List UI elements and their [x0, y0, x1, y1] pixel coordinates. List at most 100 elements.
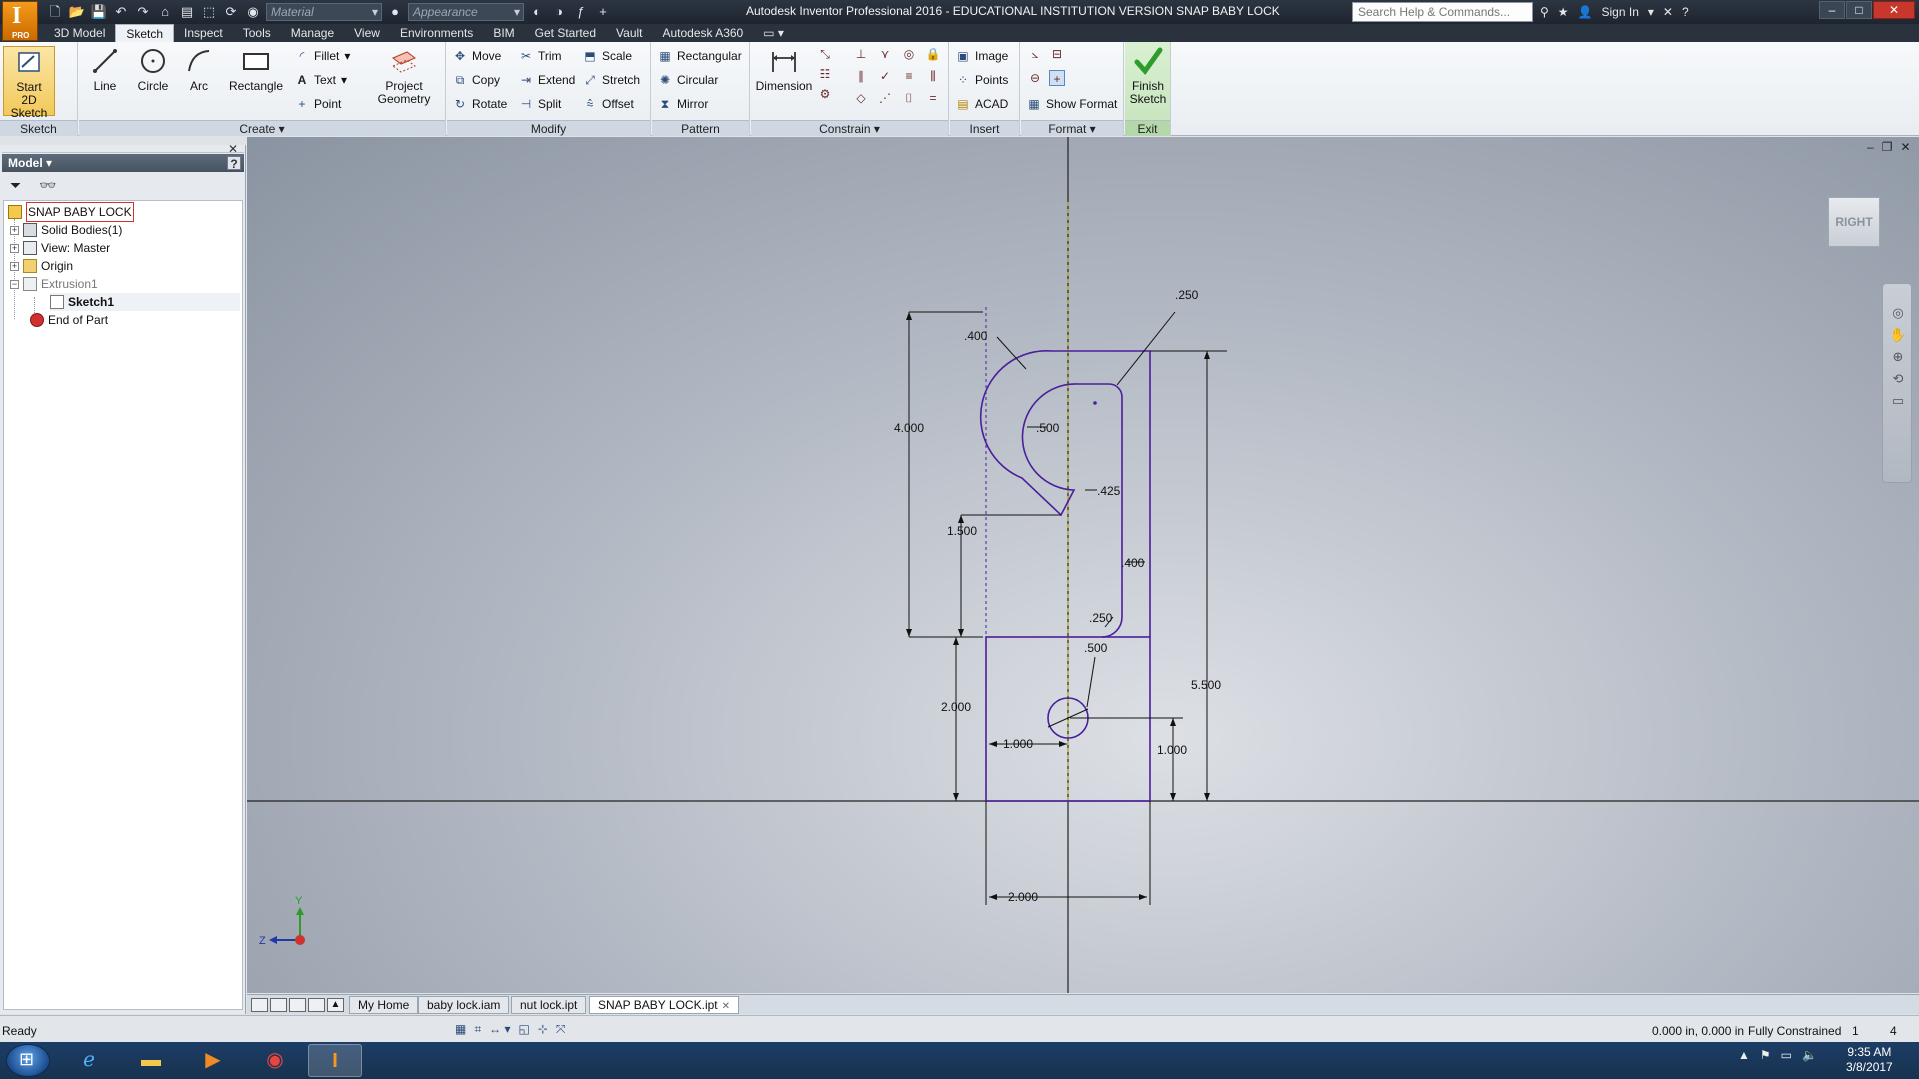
exchange-icon[interactable]: ✕	[1663, 5, 1673, 19]
browser-title[interactable]: Model ▾	[8, 156, 52, 170]
horizontal-icon[interactable]: ≡	[901, 68, 917, 84]
internet-explorer-icon[interactable]: ℯ	[62, 1044, 116, 1077]
tab-tools[interactable]: Tools	[233, 24, 281, 42]
project-icon[interactable]: ▤	[178, 3, 196, 21]
sign-in-dropdown-icon[interactable]: ▾	[1648, 5, 1654, 19]
graphics-viewport[interactable]: .400 .250 4.000 .500 .425 1.500 .400 .25…	[247, 137, 1919, 993]
tray-expand-icon[interactable]: ▲	[1738, 1048, 1750, 1062]
tree-item-solid-bodies[interactable]: + Solid Bodies(1)	[10, 221, 122, 239]
rectangle-button[interactable]: Rectangle	[225, 46, 287, 93]
tab-view[interactable]: View	[344, 24, 390, 42]
tab-3d-model[interactable]: 3D Model	[44, 24, 115, 42]
points-button[interactable]: ⁘ Points	[956, 70, 1008, 90]
media-player-icon[interactable]: ▶	[186, 1044, 240, 1077]
vertical-icon[interactable]: ⫼	[925, 68, 941, 84]
expand-icon[interactable]: +	[10, 261, 19, 271]
steering-wheel-icon[interactable]: ◎	[1883, 302, 1913, 324]
doc-tab-nut-lock-ipt[interactable]: nut lock.ipt	[511, 996, 587, 1014]
doc-tab-snap-baby-lock-ipt[interactable]: SNAP BABY LOCK.ipt ✕	[589, 996, 740, 1014]
viewport-close-icon[interactable]: ✕	[1900, 140, 1910, 154]
dimension-display-icon[interactable]: ↔ ▾	[489, 1022, 510, 1037]
favorites-star-icon[interactable]: ★	[1558, 5, 1569, 19]
line-button[interactable]: Line	[79, 46, 131, 93]
open-file-icon[interactable]: 📂	[68, 3, 86, 21]
minimize-icon[interactable]: –	[1819, 1, 1845, 19]
text-button[interactable]: A Text ▾	[295, 70, 347, 90]
rectangular-pattern-button[interactable]: ▦ Rectangular	[658, 46, 741, 66]
image-button[interactable]: ▣ Image	[956, 46, 1008, 66]
material-combo[interactable]: Material	[266, 3, 382, 21]
more-icon[interactable]: +	[594, 3, 612, 21]
parallel-icon[interactable]: ∥	[853, 68, 869, 84]
auto-dimension-icon[interactable]: ⤡	[817, 46, 833, 62]
tab-inspect[interactable]: Inspect	[174, 24, 233, 42]
show-constraints-status-icon[interactable]: ⊹	[538, 1022, 548, 1037]
adjust-icon[interactable]: ◐	[528, 3, 546, 21]
tree-item-origin[interactable]: + Origin	[10, 257, 73, 275]
smooth-icon[interactable]: ◇	[853, 90, 869, 106]
filter-icon[interactable]: ⏷	[10, 177, 21, 194]
tab-manage[interactable]: Manage	[281, 24, 344, 42]
redo-icon[interactable]: ↷	[134, 3, 152, 21]
viewport-restore-icon[interactable]: ❐	[1882, 140, 1893, 154]
centerline-icon[interactable]: ⊖	[1027, 70, 1043, 86]
tab-menu-icon[interactable]: ▲	[327, 998, 344, 1012]
relax-mode-icon[interactable]: ⚙	[817, 86, 833, 102]
binoculars-icon[interactable]: ⚲	[1540, 5, 1549, 19]
tree-item-part[interactable]: SNAP BABY LOCK	[8, 202, 134, 222]
help-icon[interactable]: ?	[1682, 5, 1689, 19]
inventor-taskbar-icon[interactable]: I	[308, 1044, 362, 1077]
tree-item-end-of-part[interactable]: End of Part	[30, 311, 108, 329]
cascade-icon[interactable]	[251, 998, 268, 1012]
collinear-icon[interactable]: ⋰	[877, 90, 893, 106]
application-menu-button[interactable]: I PRO	[2, 1, 38, 41]
volume-icon[interactable]: 🔈	[1802, 1048, 1817, 1062]
circle-button[interactable]: Circle	[127, 46, 179, 93]
driven-dimension-icon[interactable]: ⊟	[1049, 46, 1065, 62]
fx-icon[interactable]: ƒ	[572, 3, 590, 21]
doc-tab-my-home[interactable]: My Home	[349, 996, 419, 1014]
tab-get-started[interactable]: Get Started	[525, 24, 606, 42]
fillet-button[interactable]: ◜ Fillet ▾	[295, 46, 351, 66]
tab-sketch[interactable]: Sketch	[115, 24, 175, 42]
orbit-icon[interactable]: ⟲	[1883, 368, 1913, 390]
circular-pattern-button[interactable]: ✺ Circular	[658, 70, 718, 90]
find-binoculars-icon[interactable]: 👓	[39, 177, 56, 194]
tab-options-icon[interactable]: ▭ ▾	[753, 24, 794, 42]
construction-icon[interactable]: ⦣	[1027, 46, 1043, 62]
slice-graphics-icon[interactable]: ◱	[518, 1022, 529, 1037]
look-at-icon[interactable]: ▭	[1883, 390, 1913, 412]
tile-vertical-icon[interactable]	[289, 998, 306, 1012]
show-constraints-icon[interactable]: ☷	[817, 66, 833, 82]
zoom-icon[interactable]: ⊕	[1883, 346, 1913, 368]
expand-icon[interactable]: +	[10, 243, 19, 253]
sketch-canvas[interactable]: .400 .250 4.000 .500 .425 1.500 .400 .25…	[247, 137, 1919, 993]
appearance-combo[interactable]: Appearance	[408, 3, 524, 21]
concentric-icon[interactable]: ◎	[901, 46, 917, 62]
clear-icon[interactable]: ◑	[550, 3, 568, 21]
maximize-icon[interactable]: □	[1846, 1, 1872, 19]
trim-button[interactable]: ✂ Trim	[519, 46, 562, 66]
equal-icon[interactable]: =	[925, 90, 941, 106]
move-button[interactable]: ✥ Move	[453, 46, 501, 66]
tree-item-view-master[interactable]: + View: Master	[10, 239, 110, 257]
dimension-button[interactable]: Dimension	[753, 46, 815, 93]
update-icon[interactable]: ⟳	[222, 3, 240, 21]
scale-button[interactable]: ⬒ Scale	[583, 46, 632, 66]
arrange-icon[interactable]	[308, 998, 325, 1012]
finish-sketch-button[interactable]: Finish Sketch	[1122, 46, 1174, 106]
arc-button[interactable]: Arc	[173, 46, 225, 93]
new-file-icon[interactable]: 🗋	[46, 3, 64, 21]
mirror-button[interactable]: ⧗ Mirror	[658, 94, 709, 114]
pan-hand-icon[interactable]: ✋	[1883, 324, 1913, 346]
symmetric-icon[interactable]: ⌷	[901, 90, 917, 106]
extend-button[interactable]: ⇥ Extend	[519, 70, 575, 90]
rotate-button[interactable]: ↻ Rotate	[453, 94, 507, 114]
close-icon[interactable]: ✕	[1873, 1, 1915, 19]
tile-horizontal-icon[interactable]	[270, 998, 287, 1012]
perpendicular-icon[interactable]: ⊥	[853, 46, 869, 62]
viewcube[interactable]: RIGHT	[1828, 197, 1880, 247]
copy-button[interactable]: ⧉ Copy	[453, 70, 500, 90]
select-icon[interactable]: ⬚	[200, 3, 218, 21]
browser-help-icon[interactable]: ?	[227, 156, 241, 171]
